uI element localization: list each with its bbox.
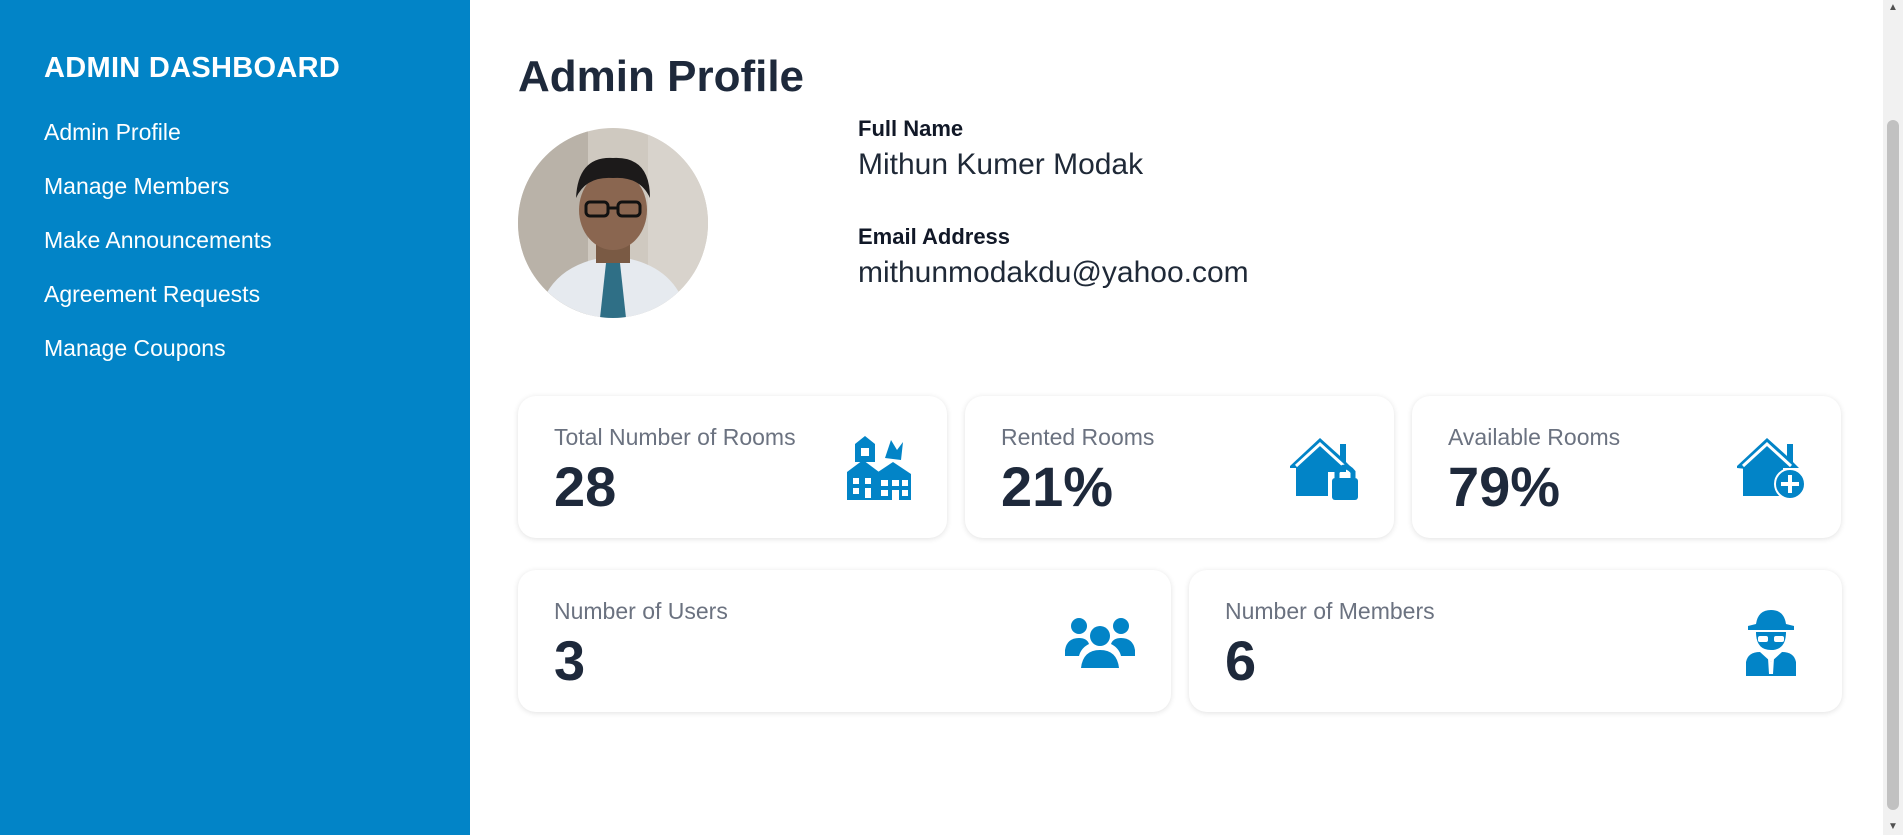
stat-label: Number of Members <box>1225 598 1435 624</box>
avatar <box>518 128 708 318</box>
scroll-up-arrow-icon[interactable]: ▲ <box>1887 2 1899 14</box>
stat-label: Number of Users <box>554 598 728 624</box>
stat-card-total-rooms: Total Number of Rooms 28 <box>518 396 947 538</box>
sidebar-title: ADMIN DASHBOARD <box>44 52 341 84</box>
sidebar-item-make-announcements[interactable]: Make Announcements <box>44 213 470 267</box>
full-name-value: Mithun Kumer Modak <box>858 148 1144 181</box>
user-secret-icon <box>1746 610 1796 676</box>
vertical-scrollbar[interactable]: ▲ ▼ <box>1883 0 1903 835</box>
scroll-thumb[interactable] <box>1887 120 1899 810</box>
sidebar-item-manage-members[interactable]: Manage Members <box>44 159 470 213</box>
stat-card-members: Number of Members 6 <box>1189 570 1842 712</box>
buildings-icon <box>847 436 911 500</box>
email-value: mithunmodakdu@yahoo.com <box>858 256 1249 289</box>
sidebar-item-manage-coupons[interactable]: Manage Coupons <box>44 321 470 375</box>
avatar-photo <box>518 128 708 318</box>
sidebar-item-admin-profile[interactable]: Admin Profile <box>44 105 470 159</box>
email-label: Email Address <box>858 224 1011 249</box>
users-icon <box>1065 618 1135 668</box>
sidebar-nav: Admin Profile Manage Members Make Announ… <box>44 105 470 375</box>
profile-section: Full Name Mithun Kumer Modak Email Addre… <box>518 104 1883 344</box>
full-name-label: Full Name <box>858 116 964 141</box>
page-title: Admin Profile <box>518 52 805 101</box>
stats-row-2: Number of Users 3 Number of Members 6 <box>518 570 1842 712</box>
stat-card-users: Number of Users 3 <box>518 570 1171 712</box>
stat-value: 3 <box>554 629 586 692</box>
scroll-down-arrow-icon[interactable]: ▼ <box>1887 821 1899 833</box>
stats-row-1: Total Number of Rooms 28 Rented Rooms 21… <box>518 396 1841 538</box>
stat-card-rented-rooms: Rented Rooms 21% <box>965 396 1394 538</box>
full-name-field: Full Name Mithun Kumer Modak <box>858 116 1143 182</box>
house-plus-icon <box>1737 438 1805 500</box>
stat-card-available-rooms: Available Rooms 79% <box>1412 396 1841 538</box>
email-field: Email Address mithunmodakdu@yahoo.com <box>858 224 1249 290</box>
sidebar: ADMIN DASHBOARD Admin Profile Manage Mem… <box>0 0 470 835</box>
sidebar-item-agreement-requests[interactable]: Agreement Requests <box>44 267 470 321</box>
house-lock-icon <box>1290 438 1358 500</box>
stat-value: 6 <box>1225 629 1257 692</box>
app: ADMIN DASHBOARD Admin Profile Manage Mem… <box>0 0 1903 835</box>
